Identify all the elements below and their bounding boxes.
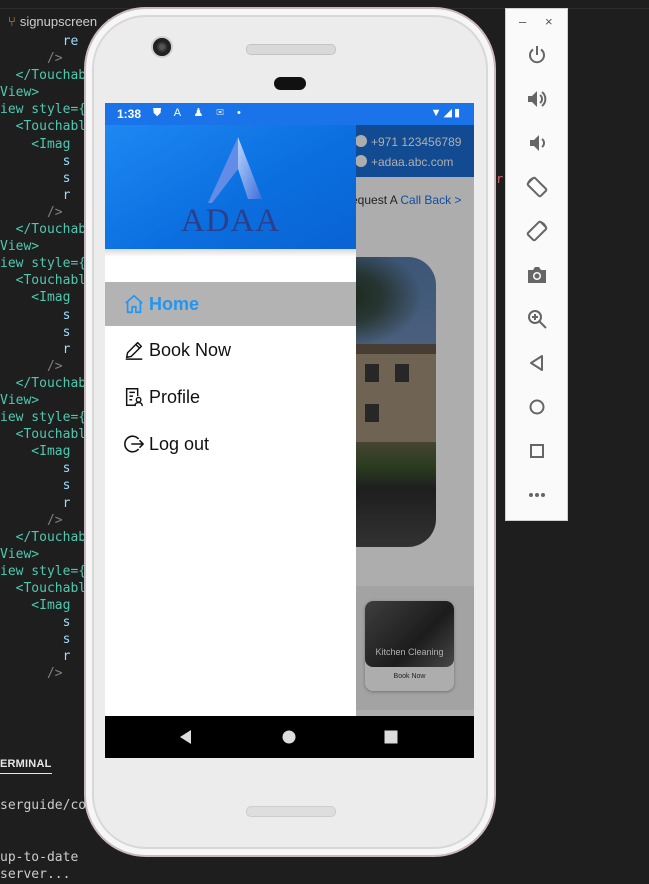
nav-back-icon[interactable] [176,727,196,747]
camera-icon[interactable] [525,263,549,287]
nav-overview-icon[interactable] [381,727,401,747]
terminal-line: up-to-date [0,850,79,865]
rotate-left-icon[interactable] [525,175,549,199]
navigation-drawer: ADAA Home Book Now Profile Log out [105,125,356,716]
editor-warning-glyph: r [496,172,504,186]
nav-home-icon[interactable] [279,727,299,747]
drawer-item-label: Book Now [149,339,232,360]
terminal-line: server... [0,867,71,882]
editor-tab-label: signupscreen [19,14,98,29]
minimize-button[interactable]: – [519,14,526,29]
overview-icon[interactable] [525,439,549,463]
rotate-right-icon[interactable] [525,219,549,243]
notification-icons: ⛊ A ♟ ✉ • [153,107,246,119]
logout-icon [123,433,145,455]
front-camera [153,38,171,56]
drawer-item-profile[interactable]: Profile [105,375,356,419]
drawer-item-label: Home [149,293,200,314]
back-icon[interactable] [525,351,549,375]
android-nav-bar [105,716,474,758]
zoom-icon[interactable] [525,307,549,331]
drawer-item-book-now[interactable]: Book Now [105,328,356,372]
pencil-icon [123,339,145,361]
more-icon[interactable] [525,483,549,507]
status-bar: 1:38 ⛊ A ♟ ✉ • ▼◢▮ [105,103,474,125]
volume-up-icon[interactable] [525,87,549,111]
terminal-tab[interactable]: ERMINAL [0,758,52,774]
bottom-speaker [246,806,336,817]
emulator-toolbar: – × [505,8,568,521]
power-icon[interactable] [525,43,549,67]
home-circle-icon[interactable] [525,395,549,419]
phone-screen: 1:38 ⛊ A ♟ ✉ • ▼◢▮ +971 123456789 +adaa.… [105,103,474,758]
drawer-header: ADAA [105,125,356,257]
profile-icon [123,386,145,408]
status-time: 1:38 [117,107,142,121]
top-speaker [246,44,336,55]
home-icon [123,293,145,315]
branch-icon: ⑂ [8,14,16,29]
drawer-item-label: Profile [149,386,201,407]
close-button[interactable]: × [545,14,553,29]
signal-battery-icons: ▼◢▮ [430,107,462,119]
adaa-logo-icon [208,137,262,203]
earpiece [274,77,306,90]
drawer-item-label: Log out [149,433,210,454]
volume-down-icon[interactable] [525,131,549,155]
drawer-item-home[interactable]: Home [105,282,356,326]
drawer-item-logout[interactable]: Log out [105,422,356,466]
logo-text: ADAA [180,203,281,239]
